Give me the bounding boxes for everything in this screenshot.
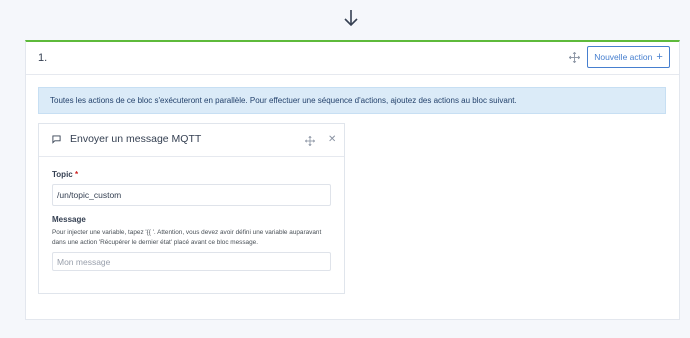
- topic-label-text: Topic: [52, 170, 73, 179]
- arrow-down-icon: [344, 10, 358, 27]
- move-icon[interactable]: [305, 136, 315, 146]
- new-action-button[interactable]: Nouvelle action +: [587, 46, 670, 68]
- action-block: 1. Nouvelle action + Toutes les actions …: [25, 40, 680, 320]
- move-icon[interactable]: [569, 52, 580, 63]
- message-square-icon: [52, 135, 61, 144]
- card-header: Envoyer un message MQTT ✕: [39, 124, 344, 157]
- message-help-text: Pour injecter une variable, tapez '{{ '.…: [52, 229, 322, 246]
- block-number: 1.: [38, 52, 48, 64]
- plus-icon: +: [656, 50, 663, 63]
- block-header: 1. Nouvelle action +: [26, 42, 679, 75]
- required-mark: *: [74, 170, 79, 179]
- topic-input[interactable]: /un/topic_custom: [52, 184, 331, 206]
- new-action-label: Nouvelle action: [594, 52, 653, 62]
- topic-label: Topic *: [52, 170, 78, 179]
- close-icon[interactable]: ✕: [328, 135, 336, 145]
- card-title: Envoyer un message MQTT: [70, 133, 202, 145]
- message-label: Message: [52, 215, 86, 224]
- message-input[interactable]: Mon message: [52, 252, 331, 271]
- mqtt-action-card: Envoyer un message MQTT ✕ Topic * /un/to…: [38, 123, 345, 294]
- info-alert: Toutes les actions de ce bloc s'exécuter…: [38, 87, 666, 114]
